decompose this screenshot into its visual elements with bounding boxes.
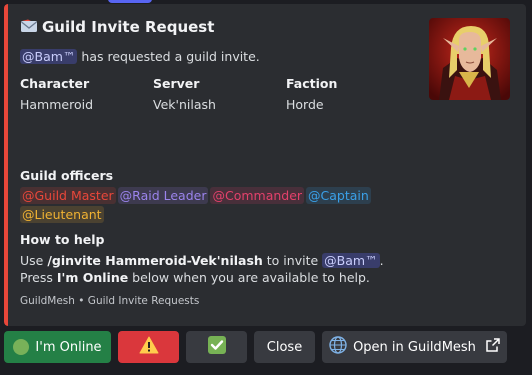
check-icon bbox=[207, 335, 227, 359]
external-link-icon bbox=[486, 338, 500, 356]
role-mention-commander[interactable]: @Commander bbox=[210, 187, 305, 204]
field-faction: Faction Horde bbox=[286, 76, 337, 112]
help-text: Use /ginvite Hammeroid-Vek'nilash to inv… bbox=[20, 252, 384, 286]
open-in-guildmesh-button[interactable]: Open in GuildMesh bbox=[322, 331, 507, 363]
embed-title: Guild Invite Request bbox=[20, 18, 214, 36]
top-indicator bbox=[108, 0, 152, 3]
field-value: Horde bbox=[286, 97, 324, 112]
embed-card: Guild Invite Request @Bam™ has requested… bbox=[4, 4, 526, 326]
confirm-button[interactable] bbox=[186, 331, 247, 363]
globe-icon bbox=[329, 336, 347, 358]
embed-title-text: Guild Invite Request bbox=[42, 18, 215, 36]
officer-roles: @Guild Master @Raid Leader @Commander @Capt… bbox=[20, 186, 400, 224]
field-name: Character bbox=[20, 76, 90, 91]
embed-accent-bar bbox=[4, 4, 8, 326]
warning-button[interactable] bbox=[118, 331, 179, 363]
im-online-label: I'm Online bbox=[35, 339, 102, 355]
help-line-1: Use /ginvite Hammeroid-Vek'nilash to inv… bbox=[20, 252, 384, 269]
open-in-guildmesh-label: Open in GuildMesh bbox=[353, 339, 476, 355]
user-mention[interactable]: @Bam™ bbox=[20, 49, 78, 64]
warning-icon bbox=[139, 336, 159, 358]
green-circle-icon bbox=[13, 339, 30, 355]
im-online-reference: I'm Online bbox=[56, 270, 129, 285]
character-portrait[interactable] bbox=[429, 18, 510, 100]
role-mention-guild-master[interactable]: @Guild Master bbox=[20, 187, 116, 204]
embed-description: @Bam™ has requested a guild invite. bbox=[20, 49, 260, 64]
field-name: Faction bbox=[286, 76, 338, 91]
field-name: Server bbox=[153, 76, 200, 91]
help-text-part: . bbox=[379, 253, 384, 268]
field-value: Hammeroid bbox=[20, 97, 94, 112]
message-container: Guild Invite Request @Bam™ has requested… bbox=[0, 0, 532, 375]
role-mention-captain[interactable]: @Captain bbox=[306, 187, 371, 204]
help-text-part: below when you are available to help. bbox=[128, 270, 370, 285]
help-heading: How to help bbox=[20, 232, 105, 247]
help-text-part: Press bbox=[20, 270, 57, 285]
envelope-icon bbox=[20, 19, 38, 34]
field-server: Server Vek'nilash bbox=[153, 76, 216, 112]
ginvite-command: /ginvite Hammeroid-Vek'nilash bbox=[47, 253, 263, 268]
officers-heading: Guild officers bbox=[20, 168, 114, 183]
description-text: has requested a guild invite. bbox=[77, 49, 260, 64]
help-text-part: Use bbox=[20, 253, 48, 268]
field-character: Character Hammeroid bbox=[20, 76, 93, 112]
role-mention-lieutenant[interactable]: @Lieutenant bbox=[20, 206, 104, 223]
user-mention[interactable]: @Bam™ bbox=[322, 253, 380, 268]
field-value: Vek'nilash bbox=[153, 97, 216, 112]
help-line-2: Press I'm Online below when you are avai… bbox=[20, 269, 384, 286]
embed-footer: GuildMesh • Guild Invite Requests bbox=[20, 295, 200, 307]
help-text-part: to invite bbox=[262, 253, 323, 268]
im-online-button[interactable]: I'm Online bbox=[4, 331, 111, 363]
role-mention-raid-leader[interactable]: @Raid Leader bbox=[117, 187, 209, 204]
close-button[interactable]: Close bbox=[254, 331, 315, 363]
close-label: Close bbox=[266, 339, 303, 355]
